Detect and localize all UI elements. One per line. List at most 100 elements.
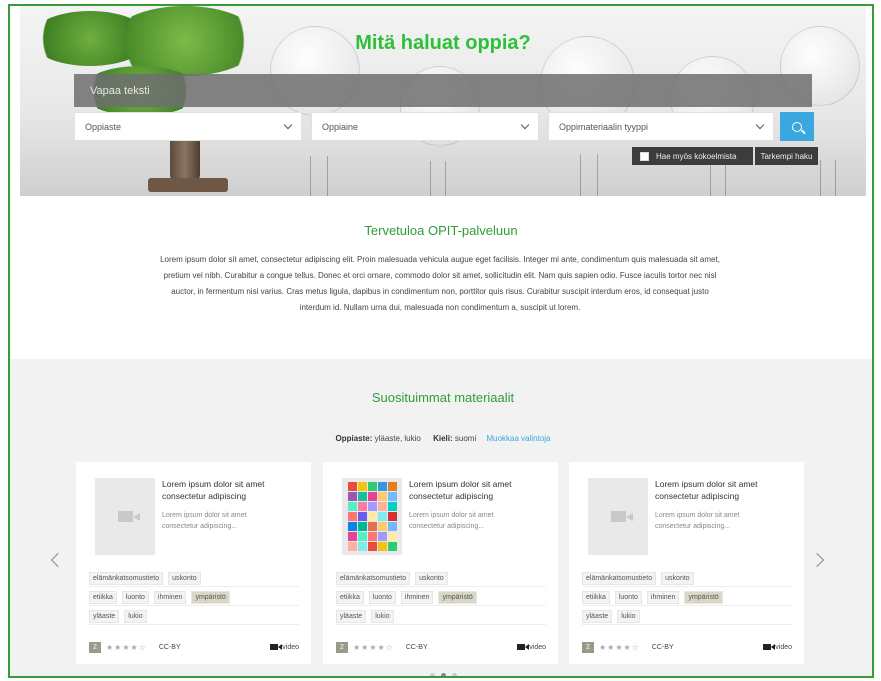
tag[interactable]: elämänkatsomustieto	[89, 571, 164, 585]
edit-selections-link[interactable]: Muokkaa valintoja	[486, 434, 550, 443]
media-type: video	[763, 644, 792, 651]
select-subject[interactable]: Oppiaine	[311, 112, 539, 141]
rating-stars[interactable]: ★★★★☆	[353, 643, 394, 652]
card-thumbnail[interactable]	[588, 478, 648, 555]
video-icon	[517, 644, 530, 650]
tag[interactable]: etiikka	[89, 590, 117, 604]
tag[interactable]: elämänkatsomustieto	[582, 571, 657, 585]
card-thumbnail[interactable]	[95, 478, 155, 555]
mosaic-cell	[347, 512, 357, 521]
mosaic-cell	[387, 512, 397, 521]
tag[interactable]: etiikka	[336, 590, 364, 604]
bulb-base-decoration	[310, 156, 328, 196]
tag[interactable]: uskonto	[415, 571, 448, 585]
tag[interactable]: luonto	[121, 590, 149, 604]
tag[interactable]: ympäristö	[191, 590, 230, 604]
carousel-next-icon[interactable]	[809, 552, 825, 568]
video-camera-icon	[117, 511, 140, 522]
select-material-type-label: Oppimateriaalin tyyppi	[559, 121, 649, 132]
filter-lang-label: Kieli:	[433, 434, 453, 443]
mosaic-cell	[347, 502, 357, 511]
welcome-title: Tervetuloa OPIT-palveluun	[364, 223, 518, 238]
mosaic-cell	[387, 542, 397, 551]
mosaic-cell	[377, 512, 387, 521]
tag-row: elämänkatsomustieto uskonto	[336, 570, 546, 587]
mosaic-cell	[377, 492, 387, 501]
material-card[interactable]: Lorem ipsum dolor sit amet consectetur a…	[323, 462, 558, 664]
tag-row: etiikka luonto ihminen ympäristö	[582, 589, 792, 606]
mosaic-cell	[357, 512, 367, 521]
rating-stars[interactable]: ★★★★☆	[599, 643, 640, 652]
mosaic-cell	[357, 492, 367, 501]
count-badge: 2	[336, 641, 348, 653]
card-footer: 2 ★★★★☆ CC-BY video	[336, 640, 546, 654]
material-card[interactable]: Lorem ipsum dolor sit amet consectetur a…	[76, 462, 311, 664]
tag[interactable]: etiikka	[582, 590, 610, 604]
card-title[interactable]: Lorem ipsum dolor sit amet consectetur a…	[655, 478, 795, 502]
tag[interactable]: uskonto	[661, 571, 694, 585]
card-thumbnail[interactable]	[342, 478, 402, 555]
tag[interactable]: uskonto	[168, 571, 201, 585]
select-material-type[interactable]: Oppimateriaalin tyyppi	[548, 112, 774, 141]
mosaic-cell	[347, 492, 357, 501]
mosaic-cell	[377, 482, 387, 491]
include-collections-toggle[interactable]: Hae myös kokoelmista	[632, 147, 753, 165]
filter-level-value: yläaste, lukio	[374, 434, 421, 443]
filter-lang-value: suomi	[454, 434, 477, 443]
tag[interactable]: luonto	[614, 590, 642, 604]
carousel-dot[interactable]	[429, 673, 435, 676]
tag[interactable]: yläaste	[582, 609, 613, 623]
select-level[interactable]: Oppiaste	[74, 112, 302, 141]
tag[interactable]: ympäristö	[684, 590, 723, 604]
carousel-prev-icon[interactable]	[50, 552, 66, 568]
tag[interactable]: luonto	[368, 590, 396, 604]
tag[interactable]: lukio	[371, 609, 394, 623]
tag[interactable]: lukio	[124, 609, 147, 623]
card-title[interactable]: Lorem ipsum dolor sit amet consectetur a…	[409, 478, 549, 502]
rating-stars[interactable]: ★★★★☆	[106, 643, 147, 652]
mosaic-cell	[367, 512, 377, 521]
tag[interactable]: yläaste	[89, 609, 120, 623]
count-badge: 2	[582, 641, 594, 653]
tag-row: yläaste lukio	[582, 608, 792, 625]
include-collections-checkbox[interactable]	[640, 151, 649, 161]
license-label: CC-BY	[651, 643, 674, 651]
mosaic-cell	[377, 542, 387, 551]
tag[interactable]: lukio	[617, 609, 640, 623]
mosaic-cell	[377, 522, 387, 531]
advanced-search-button[interactable]: Tarkempi haku	[755, 147, 818, 165]
search-button[interactable]	[780, 112, 814, 141]
tag[interactable]: ympäristö	[438, 590, 477, 604]
popular-section: Suosituimmat materiaalit Oppiaste: yläas…	[10, 359, 872, 676]
popular-title: Suosituimmat materiaalit	[371, 390, 515, 405]
mosaic-thumbnail	[347, 482, 397, 551]
tag[interactable]: ihminen	[153, 590, 187, 604]
tag[interactable]: elämänkatsomustieto	[336, 571, 411, 585]
bulb-base-decoration	[580, 154, 598, 196]
hero-banner: Mitä haluat oppia? Oppiaste Oppiaine Opp…	[20, 6, 866, 196]
search-input[interactable]	[74, 74, 812, 107]
card-description: Lorem ipsum dolor sit amet consectetur a…	[655, 512, 740, 530]
mosaic-cell	[367, 522, 377, 531]
carousel-dot-active[interactable]	[440, 673, 446, 676]
carousel-dot[interactable]	[451, 673, 457, 676]
mosaic-cell	[347, 522, 357, 531]
mosaic-cell	[357, 542, 367, 551]
chevron-down-icon	[520, 120, 530, 130]
tag-row: yläaste lukio	[89, 608, 299, 625]
tag[interactable]: ihminen	[400, 590, 434, 604]
mosaic-cell	[387, 482, 397, 491]
mosaic-cell	[357, 502, 367, 511]
material-card[interactable]: Lorem ipsum dolor sit amet consectetur a…	[569, 462, 804, 664]
mosaic-cell	[367, 502, 377, 511]
search-icon	[792, 121, 802, 132]
tag[interactable]: ihminen	[646, 590, 680, 604]
tag[interactable]: yläaste	[336, 609, 367, 623]
media-type-label: video	[529, 643, 546, 651]
tag-row: yläaste lukio	[336, 608, 546, 625]
video-icon	[763, 644, 776, 650]
card-title[interactable]: Lorem ipsum dolor sit amet consectetur a…	[162, 478, 302, 502]
card-description: Lorem ipsum dolor sit amet consectetur a…	[409, 512, 494, 530]
mosaic-cell	[387, 492, 397, 501]
count-badge: 2	[89, 641, 101, 653]
